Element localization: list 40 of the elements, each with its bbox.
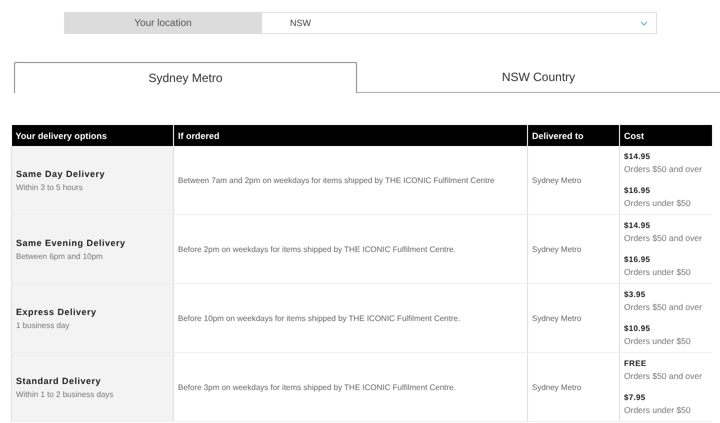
delivery-option-name: Same Day Delivery: [16, 168, 106, 178]
price-condition: Orders $50 and over: [624, 233, 703, 243]
price: $10.95: [624, 324, 652, 333]
delivery-timeframe: Within 3 to 5 hours: [16, 182, 84, 192]
price-condition: Orders under $50: [624, 405, 692, 415]
delivery-option-name: Express Delivery: [16, 306, 98, 316]
order-condition-text: Before 3pm on weekdays for items shipped by THE ICONIC Fulfilment Centre.: [178, 382, 456, 392]
delivered-to-text: Sydney Metro: [532, 314, 582, 322]
price-condition: Orders under $50: [624, 267, 692, 277]
location-select[interactable]: NSW: [262, 12, 657, 34]
delivered-to-text: Sydney Metro: [532, 244, 582, 254]
delivery-option-name: Standard Delivery: [16, 376, 102, 386]
price-condition: Orders $50 and over: [624, 302, 703, 312]
price: $14.95: [624, 221, 652, 230]
price: $16.95: [624, 255, 652, 264]
column-header: Your delivery options: [12, 125, 174, 146]
chevron-down-icon: [640, 20, 648, 26]
delivery-timeframe: Between 6pm and 10pm: [16, 252, 104, 260]
price-condition: Orders $50 and over: [624, 164, 703, 174]
price: $3.95: [624, 290, 647, 299]
order-condition-text: Before 10pm on weekdays for items shipped by THE ICONIC Fulfilment Centre.: [178, 314, 460, 322]
price-condition: Orders under $50: [624, 336, 692, 346]
column-header: Cost: [620, 125, 712, 146]
delivery-timeframe: Within 1 to 2 business days: [16, 390, 114, 398]
column-header: Delivered to: [528, 125, 620, 146]
tab[interactable]: Sydney Metro: [14, 62, 357, 93]
delivery-timeframe: 1 business day: [16, 320, 70, 330]
delivery-option-name: Same Evening Delivery: [16, 238, 127, 248]
price: FREE: [624, 359, 648, 368]
price: $7.95: [624, 393, 647, 402]
delivered-to-text: Sydney Metro: [532, 176, 582, 184]
column-header: If ordered: [174, 125, 528, 146]
price-condition: Orders under $50: [624, 198, 692, 208]
location-label: Your location: [64, 12, 262, 34]
order-condition-text: Between 7am and 2pm on weekdays for items shipped by THE ICONIC Fulfilment Centre: [178, 176, 494, 184]
delivered-to-text: Sydney Metro: [532, 382, 582, 392]
order-condition-text: Before 2pm on weekdays for items shipped by THE ICONIC Fulfilment Centre.: [178, 244, 456, 254]
price-condition: Orders $50 and over: [624, 371, 703, 381]
price: $14.95: [624, 152, 652, 161]
price: $16.95: [624, 186, 652, 195]
